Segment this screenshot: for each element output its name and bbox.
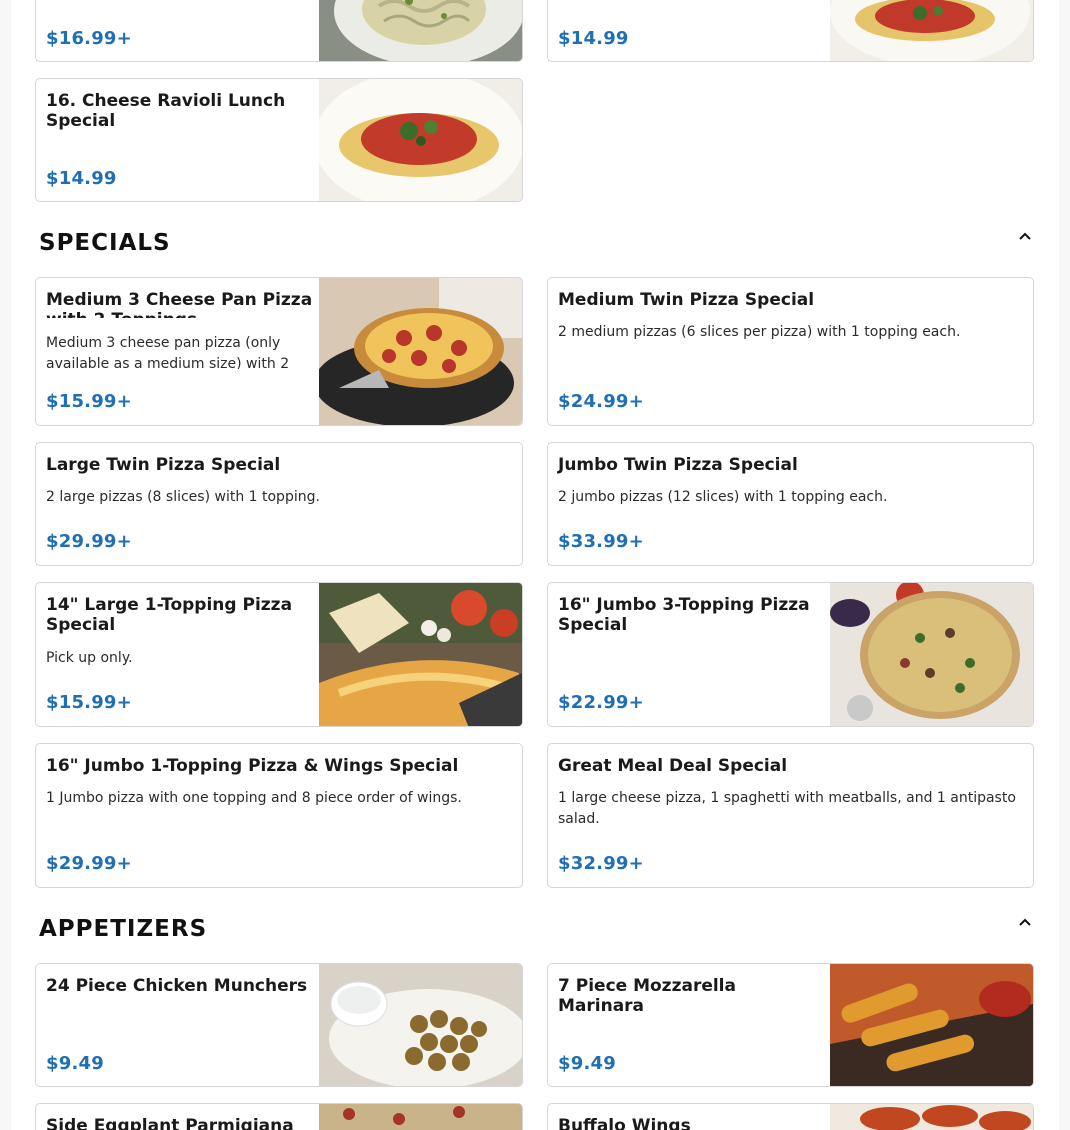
mozzarella-sticks-image: [830, 964, 1033, 1086]
section-title-appetizers: APPETIZERS: [39, 916, 208, 942]
item-title: 16" Jumbo 3-Topping Pizza Special: [558, 595, 810, 635]
item-title: 14" Large 1-Topping Pizza Special: [46, 595, 293, 635]
item-description: 2 medium pizzas (6 slices per pizza) wit…: [558, 324, 961, 340]
item-price: $16.99+: [46, 28, 132, 49]
menu-item-card[interactable]: 24 Piece Chicken Munchers $9.49: [35, 963, 523, 1087]
chevron-up-icon[interactable]: [1016, 227, 1034, 245]
item-title: Jumbo Twin Pizza Special: [558, 455, 798, 475]
cheese-pizza-image: [319, 583, 522, 726]
menu-item-card[interactable]: $16.99+: [35, 0, 523, 62]
item-title: Medium 3 Cheese Pan Pizza with 2 Topping…: [46, 290, 313, 318]
item-title: Great Meal Deal Special: [558, 756, 788, 776]
chevron-up-icon[interactable]: [1016, 913, 1034, 931]
item-description: Pick up only.: [46, 650, 133, 666]
ravioli-image: [830, 0, 1033, 61]
wings-image: [830, 1104, 1033, 1130]
menu-item-card[interactable]: Buffalo Wings: [547, 1103, 1034, 1130]
menu-item-card[interactable]: 16" Jumbo 1-Topping Pizza & Wings Specia…: [35, 743, 523, 888]
item-title: 16" Jumbo 1-Topping Pizza & Wings Specia…: [46, 756, 459, 776]
item-price: $33.99+: [558, 531, 644, 552]
item-price: $15.99+: [46, 391, 132, 412]
item-description: 1 large cheese pizza, 1 spaghetti with m…: [558, 790, 1016, 827]
item-title: 24 Piece Chicken Munchers: [46, 976, 308, 996]
menu-item-card[interactable]: Side Eggplant Parmigiana: [35, 1103, 523, 1130]
chicken-bites-image: [319, 964, 522, 1086]
menu-item-card[interactable]: Medium 3 Cheese Pan Pizza with 2 Topping…: [35, 277, 523, 426]
pasta-dish-image: [319, 0, 522, 61]
menu-item-card[interactable]: 16. Cheese Ravioli Lunch Special $14.99: [35, 78, 523, 202]
item-price: $14.99: [558, 28, 629, 49]
item-description: 1 Jumbo pizza with one topping and 8 pie…: [46, 790, 462, 806]
menu-item-card[interactable]: 14" Large 1-Topping Pizza Special Pick u…: [35, 582, 523, 727]
veggie-pizza-image: [830, 583, 1033, 726]
item-price: $24.99+: [558, 391, 644, 412]
menu-item-card[interactable]: Great Meal Deal Special 1 large cheese p…: [547, 743, 1034, 888]
section-title-specials: SPECIALS: [39, 230, 171, 256]
menu-item-card[interactable]: Jumbo Twin Pizza Special 2 jumbo pizzas …: [547, 442, 1034, 566]
pan-pizza-image: [319, 278, 522, 425]
item-title: 16. Cheese Ravioli Lunch Special: [46, 91, 286, 131]
menu-item-card[interactable]: Medium Twin Pizza Special 2 medium pizza…: [547, 277, 1034, 426]
item-description: Medium 3 cheese pan pizza (only availabl…: [46, 335, 290, 369]
item-price: $29.99+: [46, 853, 132, 874]
ravioli-image: [319, 79, 522, 201]
menu-item-card[interactable]: 7 Piece Mozzarella Marinara $9.49: [547, 963, 1034, 1087]
item-price: $9.49: [558, 1053, 616, 1074]
item-price: $15.99+: [46, 692, 132, 713]
item-title: Buffalo Wings: [558, 1116, 691, 1130]
item-price: $14.99: [46, 168, 117, 189]
item-title: Large Twin Pizza Special: [46, 455, 281, 475]
eggplant-image: [319, 1104, 522, 1130]
item-price: $29.99+: [46, 531, 132, 552]
menu-item-card[interactable]: $14.99: [547, 0, 1034, 62]
item-price: $22.99+: [558, 692, 644, 713]
menu-item-card[interactable]: 16" Jumbo 3-Topping Pizza Special $22.99…: [547, 582, 1034, 727]
item-description: 2 jumbo pizzas (12 slices) with 1 toppin…: [558, 489, 888, 505]
item-title: Side Eggplant Parmigiana: [46, 1116, 294, 1130]
menu-item-card[interactable]: Large Twin Pizza Special 2 large pizzas …: [35, 442, 523, 566]
item-price: $9.49: [46, 1053, 104, 1074]
item-title: Medium Twin Pizza Special: [558, 290, 815, 310]
item-price: $32.99+: [558, 853, 644, 874]
item-description: 2 large pizzas (8 slices) with 1 topping…: [46, 489, 320, 505]
item-title: 7 Piece Mozzarella Marinara: [558, 976, 736, 1016]
